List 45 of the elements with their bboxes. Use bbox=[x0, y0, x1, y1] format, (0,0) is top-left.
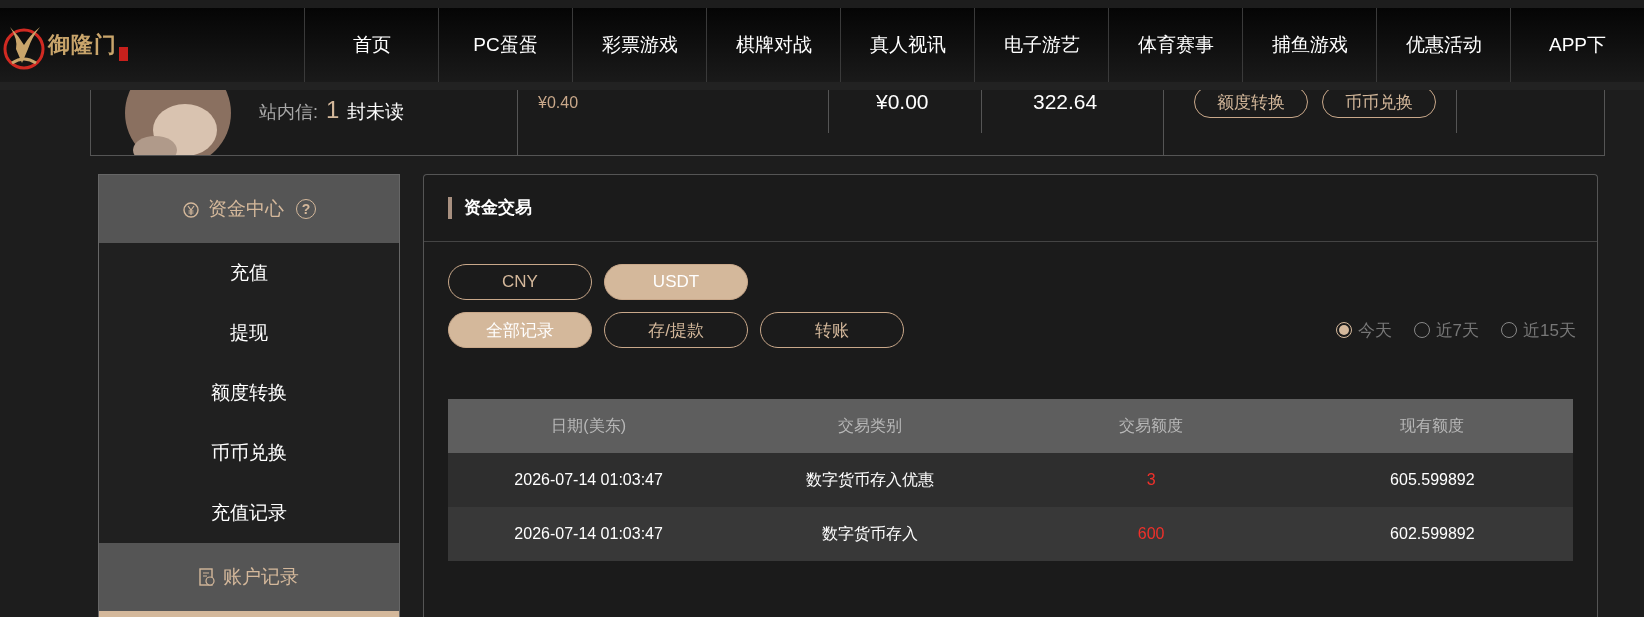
nav-item[interactable]: APP下 bbox=[1510, 8, 1644, 82]
nav-item[interactable]: 体育赛事 bbox=[1108, 8, 1242, 82]
date-radio[interactable]: 近7天 bbox=[1413, 318, 1480, 342]
column-header: 交易额度 bbox=[1010, 399, 1292, 453]
nav-item[interactable]: 棋牌对战 bbox=[706, 8, 840, 82]
date-radio[interactable]: 近15天 bbox=[1501, 318, 1576, 342]
amount-cell: 3 bbox=[1010, 453, 1292, 507]
nav-item[interactable]: 电子游艺 bbox=[974, 8, 1108, 82]
column-header: 现有额度 bbox=[1291, 399, 1573, 453]
date-cell: 2026-07-14 01:03:47 bbox=[448, 507, 730, 561]
nav-item[interactable]: 优惠活动 bbox=[1376, 8, 1510, 82]
section-header[interactable]: 账户记录 bbox=[99, 543, 399, 611]
column-header: 日期(美东) bbox=[448, 399, 730, 453]
type-cell: 数字货币存入 bbox=[729, 507, 1011, 561]
logo-text: 御隆门 bbox=[48, 31, 117, 59]
menu-item[interactable]: 提现 bbox=[99, 303, 399, 363]
balance-value: ¥0.40 bbox=[538, 94, 579, 112]
balance-value: ¥0.00 bbox=[876, 90, 929, 114]
seal-icon bbox=[119, 47, 128, 61]
nav-item[interactable]: 彩票游戏 bbox=[572, 8, 706, 82]
menu-item[interactable]: 额度转换 bbox=[99, 363, 399, 423]
message-label: 站内信: bbox=[259, 101, 318, 124]
menu-item[interactable]: 充值记录 bbox=[99, 483, 399, 543]
menu-item[interactable]: 充值 bbox=[99, 243, 399, 303]
yen-coin-icon bbox=[182, 200, 200, 218]
date-radio[interactable]: 今天 bbox=[1335, 318, 1392, 342]
nav-item[interactable]: PC蛋蛋 bbox=[438, 8, 572, 82]
nav-item[interactable]: 首页 bbox=[304, 8, 438, 82]
section-title: 账户记录 bbox=[223, 565, 299, 589]
type-cell: 数字货币存入优惠 bbox=[729, 453, 1011, 507]
section-title: 资金中心 bbox=[208, 197, 284, 221]
section-header[interactable]: 资金中心 ? bbox=[99, 175, 399, 243]
balance-cell: 602.599892 bbox=[1291, 507, 1573, 561]
amount-cell: 600 bbox=[1010, 507, 1292, 561]
nav-item[interactable]: 捕鱼游戏 bbox=[1242, 8, 1376, 82]
unread-label: 封未读 bbox=[347, 100, 405, 124]
column-header: 交易类别 bbox=[729, 399, 1011, 453]
date-cell: 2026-07-14 01:03:47 bbox=[448, 453, 730, 507]
balance-value: 322.64 bbox=[1033, 90, 1098, 114]
nav-item[interactable]: 真人视讯 bbox=[840, 8, 974, 82]
menu-item[interactable]: 币币兑换 bbox=[99, 423, 399, 483]
panel-title: 资金交易 bbox=[448, 197, 532, 219]
ledger-icon bbox=[199, 567, 215, 587]
balance-cell: 605.599892 bbox=[1291, 453, 1573, 507]
unread-count: 1 bbox=[326, 96, 340, 124]
